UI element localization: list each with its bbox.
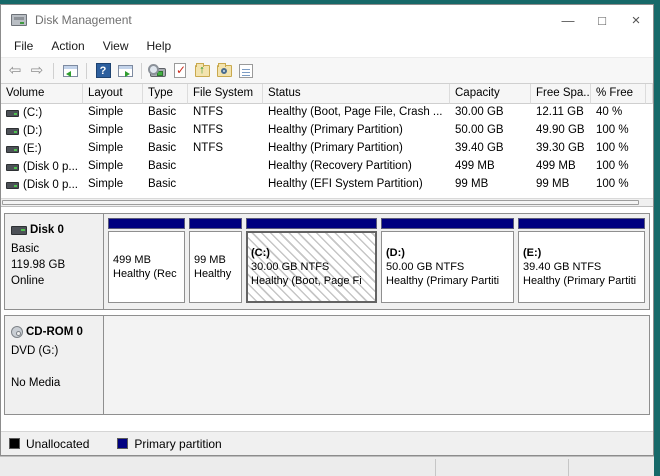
volume-drive-icon [6, 145, 19, 153]
volume-drive-icon [6, 181, 19, 189]
toolbar-separator [53, 62, 54, 79]
disk-0-name: Disk 0 [30, 224, 64, 236]
legend-unallocated-label: Unallocated [26, 436, 90, 451]
show-action-pane-button[interactable] [115, 61, 135, 81]
show-console-tree-button[interactable] [60, 61, 80, 81]
col-capacity[interactable]: Capacity [450, 84, 531, 104]
folder-magnifier-icon [216, 62, 232, 77]
forward-arrow-icon: ⇨ [30, 62, 44, 79]
volume-row-d[interactable]: (D:) Simple Basic NTFS Healthy (Primary … [1, 122, 653, 140]
legend-primary-label: Primary partition [134, 436, 222, 451]
col-layout[interactable]: Layout [83, 84, 143, 104]
checkmark-document-icon: ✓ [174, 63, 187, 78]
status-separator [568, 459, 569, 476]
partition-color-bar [518, 218, 645, 229]
back-arrow-icon: ⇦ [8, 62, 22, 79]
cdrom-0-drive: DVD (G:) [11, 345, 59, 357]
menu-bar: File Action View Help [1, 35, 653, 58]
col-free-space[interactable]: Free Spa... [531, 84, 591, 104]
cdrom-0-info-panel[interactable]: CD-ROM 0 DVD (G:) No Media [5, 316, 104, 414]
volume-row-c[interactable]: (C:) Simple Basic NTFS Healthy (Boot, Pa… [1, 104, 653, 122]
volume-drive-icon [6, 163, 19, 171]
close-button[interactable]: × [619, 5, 653, 35]
check-document-button[interactable]: ✓ [170, 61, 190, 81]
back-button[interactable]: ⇦ [5, 61, 25, 81]
disk-0-info-panel[interactable]: Disk 0 Basic 119.98 GB Online [5, 214, 104, 309]
help-question-icon: ? [95, 63, 111, 78]
partition-efi[interactable]: 99 MB Healthy [189, 218, 242, 303]
volume-list: Volume Layout Type File System Status Ca… [1, 84, 653, 198]
partition-color-bar [108, 218, 185, 229]
volume-row-recovery[interactable]: (Disk 0 p... Simple Basic Healthy (Recov… [1, 158, 653, 176]
console-tree-icon [62, 64, 78, 77]
disk-drive-app-icon [11, 14, 27, 26]
cdrom-0-name: CD-ROM 0 [26, 326, 83, 338]
disk-0-status: Online [11, 275, 45, 287]
toolbar-separator [86, 62, 87, 79]
partition-color-bar [246, 218, 377, 229]
col-stub [646, 84, 653, 104]
menu-action[interactable]: Action [42, 36, 93, 56]
col-volume[interactable]: Volume [1, 84, 83, 104]
col-pct-free[interactable]: % Free [591, 84, 646, 104]
scrollbar-thumb[interactable] [2, 200, 639, 205]
folder-up-arrow-icon: ↑ [194, 62, 210, 77]
legend-bar: Unallocated Primary partition [1, 431, 653, 455]
col-status[interactable]: Status [263, 84, 450, 104]
disk-0-partitions: 499 MB Healthy (Rec 99 MB Healthy (C:) 3… [104, 214, 649, 309]
volume-row-efi[interactable]: (Disk 0 p... Simple Basic Healthy (EFI S… [1, 176, 653, 194]
primary-partition-swatch [117, 438, 129, 449]
title-bar[interactable]: Disk Management — □ × [1, 5, 653, 35]
disk-icon [11, 225, 27, 235]
cdrom-0-media: No Media [11, 377, 61, 389]
partition-color-bar [189, 218, 242, 229]
cdrom-empty-area[interactable] [104, 316, 649, 414]
background-window-strip [0, 456, 654, 476]
partition-color-bar [381, 218, 514, 229]
minimize-button[interactable]: — [551, 5, 585, 35]
forward-button[interactable]: ⇨ [27, 61, 47, 81]
unallocated-swatch [9, 438, 20, 449]
disk-graphic-view: Disk 0 Basic 119.98 GB Online 499 MB Hea… [1, 207, 653, 431]
volume-row-e[interactable]: (E:) Simple Basic NTFS Healthy (Primary … [1, 140, 653, 158]
folder-up-button[interactable]: ↑ [192, 61, 212, 81]
partition-recovery[interactable]: 499 MB Healthy (Rec [108, 218, 185, 303]
cd-icon [11, 326, 23, 338]
partition-e[interactable]: (E:) 39.40 GB NTFS Healthy (Primary Part… [518, 218, 645, 303]
maximize-button[interactable]: □ [585, 5, 619, 35]
disk-0-size: 119.98 GB [11, 259, 66, 271]
drive-magnifier-icon [148, 63, 166, 77]
help-button[interactable]: ? [93, 61, 113, 81]
properties-list-icon [239, 63, 253, 78]
partition-d[interactable]: (D:) 50.00 GB NTFS Healthy (Primary Part… [381, 218, 514, 303]
toolbar: ⇦ ⇨ ? ✓ ↑ [1, 58, 653, 84]
col-type[interactable]: Type [143, 84, 188, 104]
desktop-background-right [654, 0, 660, 476]
volume-drive-icon [6, 127, 19, 135]
disk-0-row: Disk 0 Basic 119.98 GB Online 499 MB Hea… [4, 213, 650, 310]
menu-help[interactable]: Help [138, 36, 181, 56]
window-title: Disk Management [35, 13, 132, 27]
col-file-system[interactable]: File System [188, 84, 263, 104]
disk-0-type: Basic [11, 243, 40, 255]
status-separator [435, 459, 436, 476]
disk-management-window: Disk Management — □ × File Action View H… [0, 4, 654, 456]
horizontal-scrollbar[interactable] [1, 198, 653, 207]
rescan-disks-button[interactable] [148, 61, 168, 81]
toolbar-separator [141, 62, 142, 79]
action-pane-icon [117, 64, 133, 77]
folder-search-button[interactable] [214, 61, 234, 81]
volume-drive-icon [6, 109, 19, 117]
menu-view[interactable]: View [94, 36, 138, 56]
volume-list-header: Volume Layout Type File System Status Ca… [1, 84, 653, 104]
cdrom-0-row: CD-ROM 0 DVD (G:) No Media [4, 315, 650, 415]
partition-c[interactable]: (C:) 30.00 GB NTFS Healthy (Boot, Page F… [246, 218, 377, 303]
menu-file[interactable]: File [5, 36, 42, 56]
properties-list-button[interactable] [236, 61, 256, 81]
